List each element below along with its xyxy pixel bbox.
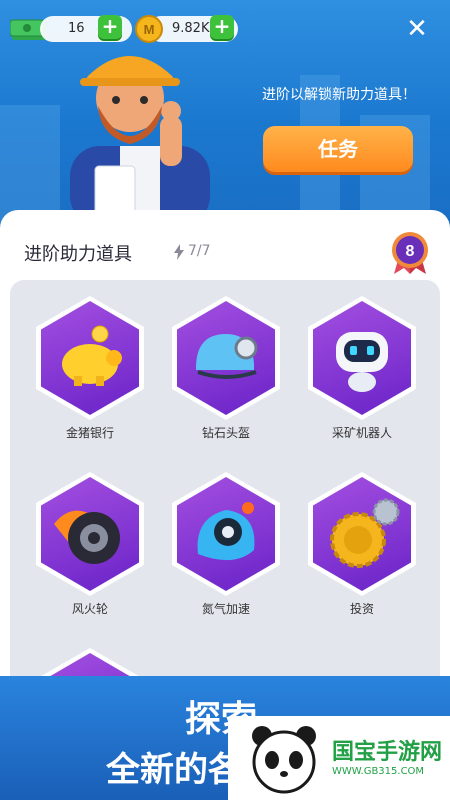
watermark: 国宝手游网 WWW.GB315.COM [228,716,450,800]
item-robot[interactable]: 采矿机器人 [302,296,422,456]
banner-line2: 全新的各 [106,750,242,790]
watermark-url: WWW.GB315.COM [332,766,425,777]
add-coin-button[interactable]: + [210,15,234,39]
item-label: 投资 [349,602,374,616]
item-label: 金猪银行 [65,426,114,440]
item-frame [308,472,416,596]
cash-value: 16 [68,21,85,36]
level-value: 8 [406,243,415,260]
item-frame [36,296,144,420]
unlocked-count: 7/7 [188,243,211,259]
item-piggy-bank[interactable]: 金猪银行 [30,296,150,456]
item-label: 风火轮 [71,602,108,616]
item-frame [172,296,280,420]
item-label: 氮气加速 [201,602,250,616]
nitro-icon [197,502,255,561]
unlocked-count-value: 7/7 [188,243,211,259]
item-wheel[interactable]: 风火轮 [30,472,150,632]
robot-icon [336,332,388,392]
lightning-icon [174,244,184,260]
item-label: 钻石头盔 [201,426,250,440]
wheel-icon [54,510,120,564]
task-button[interactable]: 任务 [263,126,413,172]
piggy-bank-icon [62,325,122,386]
add-cash-button[interactable]: + [98,15,122,39]
close-button[interactable]: ✕ [402,14,432,44]
helmet-icon [196,334,258,379]
item-helmet[interactable]: 钻石头盔 [166,296,286,456]
item-frame [308,296,416,420]
coin-symbol: M [144,22,155,37]
panel-title: 进阶助力道具 [24,244,132,265]
worker-character-icon [70,56,210,225]
coin-value: 9.82K [172,21,210,36]
item-frame [172,472,280,596]
coin-icon: M [135,15,163,43]
item-frame [36,472,144,596]
item-label: 采矿机器人 [331,426,392,440]
item-invest[interactable]: 投资 [302,472,422,632]
gears-icon [330,498,400,568]
item-nitro[interactable]: 氮气加速 [166,472,286,632]
unlock-hint: 进阶以解锁新助力道具！ [262,87,416,103]
hero-section: 16 + 9.82K M + ✕ 进阶以解锁新助力道具！ 任务 [0,0,450,225]
watermark-name: 国宝手游网 [332,740,443,765]
level-badge: 8 [392,232,428,274]
panda-logo-icon [252,726,316,794]
top-bar: 16 + 9.82K M + ✕ [10,14,440,44]
